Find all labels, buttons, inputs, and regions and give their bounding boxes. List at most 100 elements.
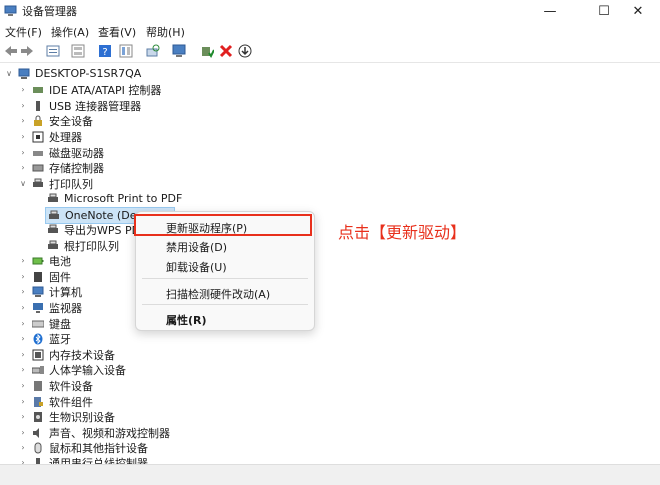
- bluetooth-icon: [32, 333, 44, 345]
- menu-bar: 文件(F) 操作(A) 查看(V) 帮助(H): [0, 22, 660, 40]
- tree-item-label: 声音、视频和游戏控制器: [49, 426, 170, 440]
- chevron-right-icon[interactable]: ›: [18, 365, 28, 374]
- chevron-right-icon[interactable]: ›: [18, 85, 28, 94]
- tree-item-storage[interactable]: › 存储控制器: [18, 160, 104, 175]
- chevron-down-icon[interactable]: ∨: [4, 69, 14, 78]
- tree-item-label: 计算机: [49, 285, 82, 299]
- keyboard-icon: [32, 318, 44, 330]
- hid-icon: [32, 364, 44, 376]
- menu-separator: [142, 278, 308, 279]
- tree-item-mouse[interactable]: › 鼠标和其他指针设备: [18, 440, 148, 455]
- monitor-icon[interactable]: [171, 43, 187, 59]
- tree-item-print-queue[interactable]: ∨ 打印队列: [18, 176, 93, 191]
- device-manager-icon: [4, 5, 17, 16]
- chevron-right-icon[interactable]: ›: [18, 101, 28, 110]
- annotation-text: 点击【更新驱动】: [338, 223, 467, 242]
- chevron-right-icon[interactable]: ›: [18, 428, 28, 437]
- chevron-right-icon[interactable]: ›: [18, 350, 28, 359]
- ide-icon: [32, 84, 44, 96]
- forward-icon[interactable]: [19, 43, 35, 59]
- memory-icon: [32, 349, 44, 361]
- printer-icon: [47, 240, 59, 252]
- tree-item-label: 内存技术设备: [49, 348, 115, 362]
- chevron-right-icon[interactable]: ›: [18, 397, 28, 406]
- tree-item-disk[interactable]: › 磁盘驱动器: [18, 145, 104, 160]
- tree-item-keyboard[interactable]: › 键盘: [18, 316, 71, 331]
- properties-icon[interactable]: [45, 43, 61, 59]
- update-icon[interactable]: [237, 43, 253, 59]
- scan-icon[interactable]: [145, 43, 161, 59]
- chevron-right-icon[interactable]: ›: [18, 319, 28, 328]
- status-bar: [0, 464, 660, 485]
- view-icon[interactable]: [70, 43, 86, 59]
- tree-item-biometric[interactable]: › 生物识别设备: [18, 409, 115, 424]
- enable-icon[interactable]: [199, 43, 215, 59]
- tree-item-battery[interactable]: › 电池: [18, 253, 71, 268]
- tree-item-memory[interactable]: › 内存技术设备: [18, 347, 115, 362]
- sound-icon: [32, 427, 44, 439]
- chevron-right-icon[interactable]: ›: [18, 148, 28, 157]
- tree-root[interactable]: ∨ DESKTOP-S1SR7QA: [4, 66, 141, 81]
- chevron-right-icon[interactable]: ›: [18, 287, 28, 296]
- tree-item-firmware[interactable]: › 固件: [18, 269, 71, 284]
- svg-text:?: ?: [102, 47, 107, 58]
- tree-item-label: 通用串行总线控制器: [49, 456, 148, 465]
- menu-separator: [142, 304, 308, 305]
- chevron-right-icon[interactable]: ›: [18, 116, 28, 125]
- chevron-right-icon[interactable]: ›: [18, 334, 28, 343]
- help-icon[interactable]: ?: [97, 43, 113, 59]
- tree-item-cpu[interactable]: › 处理器: [18, 129, 82, 144]
- tree-item-label: 安全设备: [49, 114, 93, 128]
- tree-item-label: 鼠标和其他指针设备: [49, 441, 148, 455]
- title-bar: 设备管理器 — ☐ ✕: [0, 0, 660, 22]
- menu-properties[interactable]: 属性(R): [166, 312, 207, 328]
- chevron-down-icon[interactable]: ∨: [18, 179, 28, 188]
- firmware-icon: [32, 271, 44, 283]
- tree-item-sound[interactable]: › 声音、视频和游戏控制器: [18, 425, 170, 440]
- tree-item-security[interactable]: › 安全设备: [18, 113, 93, 128]
- menu-file[interactable]: 文件(F): [5, 24, 42, 40]
- chevron-right-icon[interactable]: ›: [18, 132, 28, 141]
- tree-item-hid[interactable]: › 人体学输入设备: [18, 362, 126, 377]
- tree-item-monitor[interactable]: › 监视器: [18, 300, 82, 315]
- chevron-right-icon[interactable]: ›: [18, 303, 28, 312]
- toolbar: ?: [0, 40, 660, 63]
- chevron-right-icon[interactable]: ›: [18, 443, 28, 452]
- menu-help[interactable]: 帮助(H): [146, 24, 185, 40]
- tree-item-label: Microsoft Print to PDF: [64, 192, 183, 205]
- tree-item-label: 监视器: [49, 301, 82, 315]
- chevron-right-icon[interactable]: ›: [18, 381, 28, 390]
- tree-child-root-queue[interactable]: 根打印队列: [47, 238, 119, 253]
- menu-uninstall-device[interactable]: 卸载设备(U): [166, 259, 227, 275]
- tree-child-ms-pdf[interactable]: Microsoft Print to PDF: [47, 191, 182, 206]
- menu-action[interactable]: 操作(A): [51, 24, 89, 40]
- chevron-right-icon[interactable]: ›: [18, 412, 28, 421]
- menu-scan-hardware[interactable]: 扫描检测硬件改动(A): [166, 286, 270, 302]
- back-icon[interactable]: [3, 43, 19, 59]
- mouse-icon: [32, 442, 44, 454]
- tree-item-software-device[interactable]: › 软件设备: [18, 378, 93, 393]
- device-tree: ∨ DESKTOP-S1SR7QA › IDE ATA/ATAPI 控制器 › US…: [0, 64, 660, 464]
- tree-item-ide[interactable]: › IDE ATA/ATAPI 控制器: [18, 82, 161, 97]
- battery-icon: [32, 255, 44, 267]
- chevron-right-icon[interactable]: ›: [18, 272, 28, 281]
- tree-item-usb-controller[interactable]: › 通用串行总线控制器: [18, 455, 148, 464]
- minimize-button[interactable]: —: [528, 0, 572, 22]
- tree-item-label: USB 连接器管理器: [49, 99, 142, 113]
- usb-icon: [32, 100, 44, 112]
- chevron-right-icon[interactable]: ›: [18, 256, 28, 265]
- tree-item-usb-connector[interactable]: › USB 连接器管理器: [18, 98, 141, 113]
- tree-item-bluetooth[interactable]: › 蓝牙: [18, 331, 71, 346]
- chevron-right-icon[interactable]: ›: [18, 163, 28, 172]
- tree-item-label: IDE ATA/ATAPI 控制器: [49, 83, 162, 97]
- tree-item-computer[interactable]: › 计算机: [18, 284, 82, 299]
- disk-icon: [32, 147, 44, 159]
- menu-view[interactable]: 查看(V): [98, 24, 136, 40]
- menu-disable-device[interactable]: 禁用设备(D): [166, 239, 227, 255]
- tree-root-label: DESKTOP-S1SR7QA: [35, 67, 142, 80]
- tree-item-software-component[interactable]: › 软件组件: [18, 394, 93, 409]
- view-list-icon[interactable]: [118, 43, 134, 59]
- uninstall-icon[interactable]: [218, 43, 234, 59]
- close-button[interactable]: ✕: [616, 0, 660, 22]
- tree-child-wps-pdf[interactable]: 导出为WPS PDF: [47, 222, 146, 237]
